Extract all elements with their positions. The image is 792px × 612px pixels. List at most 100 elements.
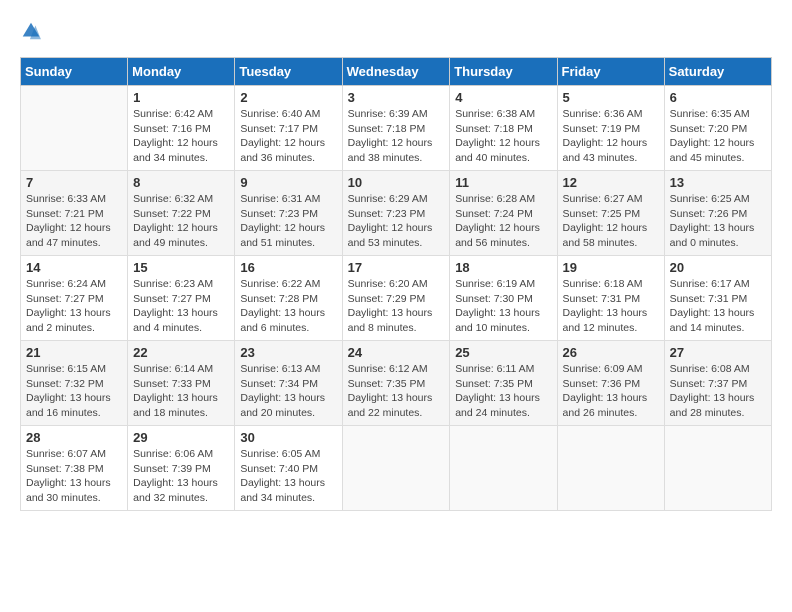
- calendar-cell: 9 Sunrise: 6:31 AMSunset: 7:23 PMDaylight…: [235, 171, 342, 256]
- day-number: 22: [133, 345, 229, 360]
- day-info: Sunrise: 6:24 AMSunset: 7:27 PMDaylight:…: [26, 277, 122, 336]
- day-number: 27: [670, 345, 766, 360]
- calendar-cell: [342, 426, 450, 511]
- calendar-cell: 29 Sunrise: 6:06 AMSunset: 7:39 PMDayligh…: [128, 426, 235, 511]
- generalblue-icon: [20, 20, 42, 42]
- calendar-body: 1 Sunrise: 6:42 AMSunset: 7:16 PMDaylight…: [21, 86, 772, 511]
- day-number: 12: [563, 175, 659, 190]
- weekday-header-tuesday: Tuesday: [235, 58, 342, 86]
- day-info: Sunrise: 6:08 AMSunset: 7:37 PMDaylight:…: [670, 362, 766, 421]
- calendar-week-1: 1 Sunrise: 6:42 AMSunset: 7:16 PMDaylight…: [21, 86, 772, 171]
- day-number: 10: [348, 175, 445, 190]
- calendar-week-5: 28 Sunrise: 6:07 AMSunset: 7:38 PMDayligh…: [21, 426, 772, 511]
- calendar-week-2: 7Sunrise: 6:33 AMSunset: 7:21 PMDaylight…: [21, 171, 772, 256]
- day-number: 6: [670, 90, 766, 105]
- day-info: Sunrise: 6:09 AMSunset: 7:36 PMDaylight:…: [563, 362, 659, 421]
- calendar-cell: 17 Sunrise: 6:20 AMSunset: 7:29 PMDayligh…: [342, 256, 450, 341]
- weekday-header-monday: Monday: [128, 58, 235, 86]
- calendar-cell: 11 Sunrise: 6:28 AMSunset: 7:24 PMDayligh…: [450, 171, 557, 256]
- day-number: 16: [240, 260, 336, 275]
- day-info: Sunrise: 6:32 AMSunset: 7:22 PMDaylight:…: [133, 192, 229, 251]
- day-info: Sunrise: 6:27 AMSunset: 7:25 PMDaylight:…: [563, 192, 659, 251]
- day-number: 9: [240, 175, 336, 190]
- day-info: Sunrise: 6:40 AMSunset: 7:17 PMDaylight:…: [240, 107, 336, 166]
- day-number: 25: [455, 345, 551, 360]
- day-info: Sunrise: 6:11 AMSunset: 7:35 PMDaylight:…: [455, 362, 551, 421]
- calendar-cell: 28 Sunrise: 6:07 AMSunset: 7:38 PMDayligh…: [21, 426, 128, 511]
- day-info: Sunrise: 6:05 AMSunset: 7:40 PMDaylight:…: [240, 447, 336, 506]
- day-number: 8: [133, 175, 229, 190]
- calendar-cell: 30 Sunrise: 6:05 AMSunset: 7:40 PMDayligh…: [235, 426, 342, 511]
- weekday-header-sunday: Sunday: [21, 58, 128, 86]
- calendar-cell: 14 Sunrise: 6:24 AMSunset: 7:27 PMDayligh…: [21, 256, 128, 341]
- day-number: 29: [133, 430, 229, 445]
- day-number: 11: [455, 175, 551, 190]
- calendar-cell: 26Sunrise: 6:09 AMSunset: 7:36 PMDayligh…: [557, 341, 664, 426]
- day-number: 30: [240, 430, 336, 445]
- day-info: Sunrise: 6:14 AMSunset: 7:33 PMDaylight:…: [133, 362, 229, 421]
- calendar-table: SundayMondayTuesdayWednesdayThursdayFrid…: [20, 57, 772, 511]
- weekday-header-thursday: Thursday: [450, 58, 557, 86]
- weekday-header-friday: Friday: [557, 58, 664, 86]
- day-info: Sunrise: 6:29 AMSunset: 7:23 PMDaylight:…: [348, 192, 445, 251]
- calendar-cell: 1 Sunrise: 6:42 AMSunset: 7:16 PMDaylight…: [128, 86, 235, 171]
- calendar-cell: [557, 426, 664, 511]
- day-info: Sunrise: 6:07 AMSunset: 7:38 PMDaylight:…: [26, 447, 122, 506]
- calendar-cell: 13 Sunrise: 6:25 AMSunset: 7:26 PMDayligh…: [664, 171, 771, 256]
- day-number: 17: [348, 260, 445, 275]
- day-number: 2: [240, 90, 336, 105]
- day-info: Sunrise: 6:22 AMSunset: 7:28 PMDaylight:…: [240, 277, 336, 336]
- day-info: Sunrise: 6:35 AMSunset: 7:20 PMDaylight:…: [670, 107, 766, 166]
- calendar-cell: 27 Sunrise: 6:08 AMSunset: 7:37 PMDayligh…: [664, 341, 771, 426]
- day-info: Sunrise: 6:25 AMSunset: 7:26 PMDaylight:…: [670, 192, 766, 251]
- weekday-header-row: SundayMondayTuesdayWednesdayThursdayFrid…: [21, 58, 772, 86]
- day-number: 18: [455, 260, 551, 275]
- calendar-cell: 5 Sunrise: 6:36 AMSunset: 7:19 PMDaylight…: [557, 86, 664, 171]
- day-info: Sunrise: 6:15 AMSunset: 7:32 PMDaylight:…: [26, 362, 122, 421]
- calendar-cell: 4Sunrise: 6:38 AMSunset: 7:18 PMDaylight…: [450, 86, 557, 171]
- day-info: Sunrise: 6:36 AMSunset: 7:19 PMDaylight:…: [563, 107, 659, 166]
- calendar-cell: 7Sunrise: 6:33 AMSunset: 7:21 PMDaylight…: [21, 171, 128, 256]
- day-info: Sunrise: 6:06 AMSunset: 7:39 PMDaylight:…: [133, 447, 229, 506]
- day-number: 28: [26, 430, 122, 445]
- calendar-cell: 8 Sunrise: 6:32 AMSunset: 7:22 PMDaylight…: [128, 171, 235, 256]
- calendar-cell: 23 Sunrise: 6:13 AMSunset: 7:34 PMDayligh…: [235, 341, 342, 426]
- day-info: Sunrise: 6:19 AMSunset: 7:30 PMDaylight:…: [455, 277, 551, 336]
- calendar-cell: 21 Sunrise: 6:15 AMSunset: 7:32 PMDayligh…: [21, 341, 128, 426]
- day-number: 19: [563, 260, 659, 275]
- day-number: 4: [455, 90, 551, 105]
- day-number: 14: [26, 260, 122, 275]
- day-info: Sunrise: 6:42 AMSunset: 7:16 PMDaylight:…: [133, 107, 229, 166]
- day-info: Sunrise: 6:12 AMSunset: 7:35 PMDaylight:…: [348, 362, 445, 421]
- day-info: Sunrise: 6:13 AMSunset: 7:34 PMDaylight:…: [240, 362, 336, 421]
- day-number: 1: [133, 90, 229, 105]
- day-info: Sunrise: 6:17 AMSunset: 7:31 PMDaylight:…: [670, 277, 766, 336]
- day-number: 23: [240, 345, 336, 360]
- day-info: Sunrise: 6:20 AMSunset: 7:29 PMDaylight:…: [348, 277, 445, 336]
- day-info: Sunrise: 6:31 AMSunset: 7:23 PMDaylight:…: [240, 192, 336, 251]
- calendar-cell: 6 Sunrise: 6:35 AMSunset: 7:20 PMDaylight…: [664, 86, 771, 171]
- day-number: 13: [670, 175, 766, 190]
- calendar-cell: 22 Sunrise: 6:14 AMSunset: 7:33 PMDayligh…: [128, 341, 235, 426]
- day-info: Sunrise: 6:18 AMSunset: 7:31 PMDaylight:…: [563, 277, 659, 336]
- day-number: 24: [348, 345, 445, 360]
- calendar-cell: 10 Sunrise: 6:29 AMSunset: 7:23 PMDayligh…: [342, 171, 450, 256]
- calendar-cell: 25 Sunrise: 6:11 AMSunset: 7:35 PMDayligh…: [450, 341, 557, 426]
- day-info: Sunrise: 6:28 AMSunset: 7:24 PMDaylight:…: [455, 192, 551, 251]
- calendar-cell: 12 Sunrise: 6:27 AMSunset: 7:25 PMDayligh…: [557, 171, 664, 256]
- calendar-cell: [450, 426, 557, 511]
- day-info: Sunrise: 6:39 AMSunset: 7:18 PMDaylight:…: [348, 107, 445, 166]
- calendar-week-3: 14 Sunrise: 6:24 AMSunset: 7:27 PMDayligh…: [21, 256, 772, 341]
- day-info: Sunrise: 6:23 AMSunset: 7:27 PMDaylight:…: [133, 277, 229, 336]
- day-number: 5: [563, 90, 659, 105]
- calendar-cell: 19 Sunrise: 6:18 AMSunset: 7:31 PMDayligh…: [557, 256, 664, 341]
- calendar-cell: 24 Sunrise: 6:12 AMSunset: 7:35 PMDayligh…: [342, 341, 450, 426]
- calendar-cell: 16 Sunrise: 6:22 AMSunset: 7:28 PMDayligh…: [235, 256, 342, 341]
- day-number: 15: [133, 260, 229, 275]
- weekday-header-wednesday: Wednesday: [342, 58, 450, 86]
- calendar-cell: 20 Sunrise: 6:17 AMSunset: 7:31 PMDayligh…: [664, 256, 771, 341]
- logo: [20, 20, 46, 47]
- day-number: 21: [26, 345, 122, 360]
- day-number: 20: [670, 260, 766, 275]
- calendar-cell: [21, 86, 128, 171]
